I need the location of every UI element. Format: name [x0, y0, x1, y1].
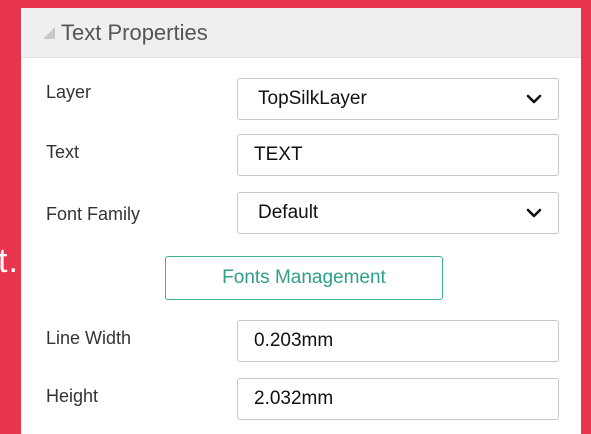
layer-label: Layer	[46, 82, 92, 102]
font-family-select-value: Default	[258, 202, 319, 223]
font-family-label: Font Family	[46, 204, 141, 224]
panel-title: Text Properties	[61, 19, 208, 45]
height-input[interactable]: 2.032mm	[237, 378, 559, 420]
text-input-value: TEXT	[254, 144, 303, 165]
text-input[interactable]: TEXT	[237, 134, 559, 176]
line-width-input-value: 0.203mm	[254, 330, 334, 351]
height-input-value: 2.032mm	[254, 388, 334, 409]
background-text-fragment: t.	[0, 242, 19, 280]
fonts-management-button[interactable]: Fonts Management	[165, 256, 443, 300]
layer-select-value: TopSilkLayer	[258, 88, 367, 109]
text-label: Text	[46, 142, 80, 162]
height-label: Height	[46, 386, 99, 406]
layer-select[interactable]: TopSilkLayer	[237, 78, 559, 120]
line-width-label: Line Width	[46, 328, 132, 348]
text-properties-panel: Text Properties Layer TopSilkLayer Text …	[21, 8, 581, 434]
chevron-down-icon	[526, 208, 542, 218]
font-family-select[interactable]: Default	[237, 192, 559, 234]
collapse-triangle-icon[interactable]	[43, 26, 55, 39]
chevron-down-icon	[526, 94, 542, 104]
line-width-input[interactable]: 0.203mm	[237, 320, 559, 362]
panel-header[interactable]: Text Properties	[23, 8, 581, 58]
